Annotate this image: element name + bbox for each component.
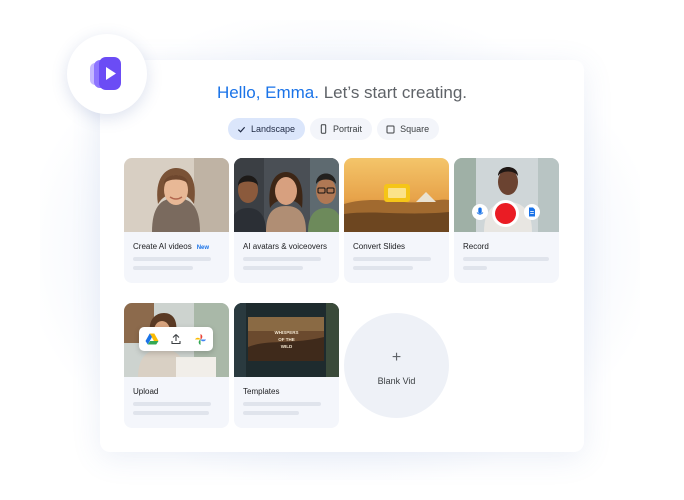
tab-landscape[interactable]: Landscape xyxy=(228,118,306,140)
document-icon xyxy=(529,207,535,217)
placeholder-line xyxy=(133,411,209,415)
templates-thumbnail: WHISPERS OF THE WILD xyxy=(234,303,339,377)
placeholder-line xyxy=(133,266,193,270)
card-title: Convert Slides xyxy=(353,242,406,251)
placeholder-line xyxy=(463,257,549,261)
card-record[interactable]: Record xyxy=(454,158,559,283)
card-title: Templates xyxy=(243,387,280,396)
placeholder-line xyxy=(243,411,299,415)
tab-label: Portrait xyxy=(333,124,363,134)
greeting-heading: Hello, Emma. Let’s start creating. xyxy=(0,83,684,103)
portrait-icon xyxy=(320,124,327,134)
google-photos-icon[interactable] xyxy=(194,333,207,346)
greeting-hello: Hello, Emma. xyxy=(216,83,319,102)
placeholder-line xyxy=(353,266,413,270)
create-ai-thumbnail xyxy=(124,158,229,232)
blank-video-button[interactable]: + Blank Vid xyxy=(344,313,449,418)
new-badge: New xyxy=(196,245,210,251)
card-ai-avatars[interactable]: AI avatars & voiceovers xyxy=(234,158,339,283)
upload-icon[interactable] xyxy=(170,333,182,345)
greeting-subtitle: Let’s start creating. xyxy=(323,83,468,102)
orientation-tabs: Landscape Portrait Square xyxy=(228,118,440,140)
record-thumbnail xyxy=(454,158,559,232)
placeholder-line xyxy=(133,402,211,406)
placeholder-line xyxy=(353,257,431,261)
doc-button[interactable] xyxy=(524,204,540,220)
card-convert-slides[interactable]: Convert Slides xyxy=(344,158,449,283)
square-icon xyxy=(386,125,395,133)
mic-button[interactable] xyxy=(472,204,488,220)
placeholder-line xyxy=(243,266,303,270)
blank-video-label: Blank Vid xyxy=(377,376,416,386)
template-title-text: WHISPERS OF THE WILD xyxy=(274,330,299,349)
record-button[interactable] xyxy=(492,200,519,227)
card-label: Create AI videos New xyxy=(133,242,209,251)
upload-thumbnail xyxy=(124,303,229,377)
google-drive-icon[interactable] xyxy=(145,333,159,345)
card-upload[interactable]: Upload xyxy=(124,303,229,428)
slides-thumbnail xyxy=(344,158,449,232)
tab-portrait[interactable]: Portrait xyxy=(310,118,373,140)
mic-icon xyxy=(476,207,484,215)
card-title: AI avatars & voiceovers xyxy=(243,242,328,251)
plus-icon: + xyxy=(391,349,402,366)
record-icon xyxy=(495,203,516,224)
placeholder-line xyxy=(463,266,487,270)
placeholder-line xyxy=(133,257,211,261)
card-title: Upload xyxy=(133,387,159,396)
tab-square[interactable]: Square xyxy=(377,118,440,140)
card-create-ai-videos[interactable]: Create AI videos New xyxy=(124,158,229,283)
card-title: Create AI videos xyxy=(133,242,192,251)
placeholder-line xyxy=(243,257,321,261)
tab-label: Square xyxy=(400,124,430,134)
avatars-thumbnail xyxy=(234,158,339,232)
card-templates[interactable]: WHISPERS OF THE WILD Templates xyxy=(234,303,339,428)
check-icon xyxy=(237,126,246,133)
tab-label: Landscape xyxy=(251,124,296,134)
upload-source-tray xyxy=(139,327,213,351)
card-title: Record xyxy=(463,242,489,251)
placeholder-line xyxy=(243,402,321,406)
